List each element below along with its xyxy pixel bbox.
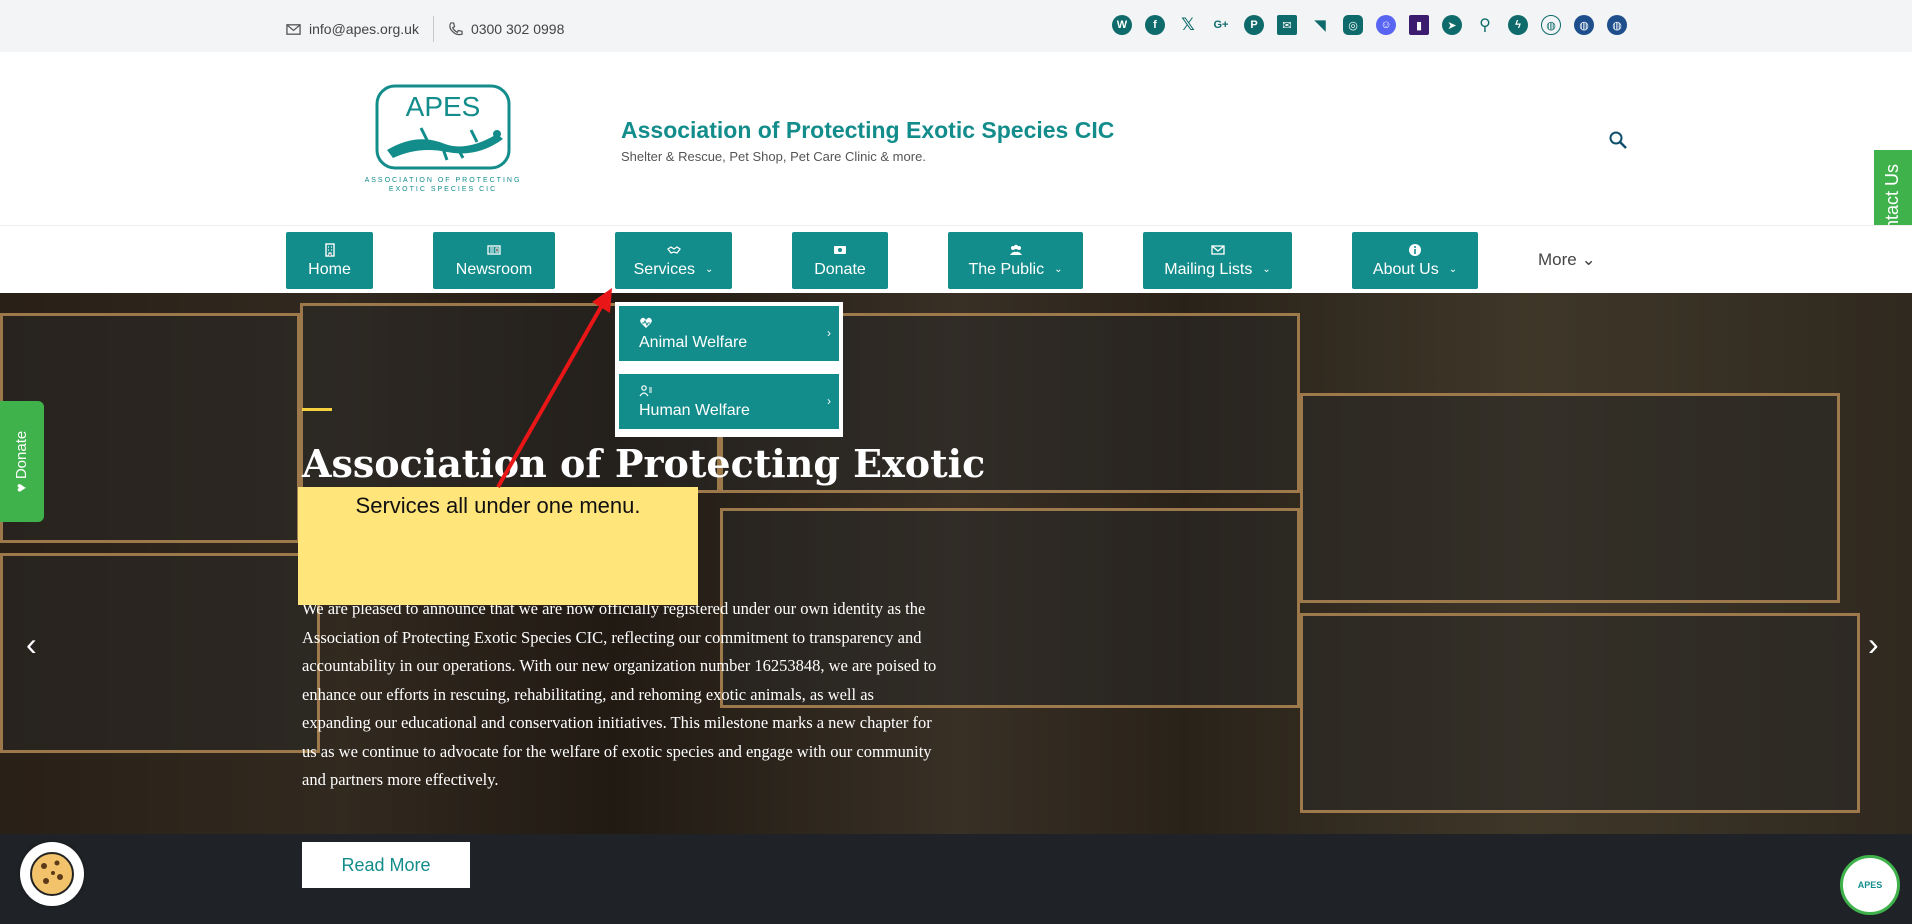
pinterest-icon[interactable]: P	[1244, 15, 1264, 35]
nav-more[interactable]: More ⌄	[1538, 250, 1596, 270]
site-title[interactable]: Association of Protecting Exotic Species…	[621, 117, 1114, 144]
main-nav: Home Newsroom Services ⌄ Donate The Publi…	[0, 225, 1912, 293]
mail-icon[interactable]: ✉	[1277, 15, 1297, 35]
background-tank	[1300, 393, 1840, 603]
slider-next-arrow-icon[interactable]: ›	[1868, 626, 1879, 663]
chevron-down-icon: ⌄	[1262, 264, 1271, 275]
phone-link[interactable]: 0300 302 0998	[448, 21, 564, 37]
discord-icon[interactable]: ☺	[1376, 15, 1396, 35]
search-icon[interactable]	[1608, 130, 1628, 150]
background-tank	[1300, 613, 1860, 813]
lizard-logo-icon: APES ASSOCIATION OF PROTECTING EXOTIC SP…	[365, 84, 522, 193]
globe-icon[interactable]: ◍	[1541, 15, 1561, 35]
svg-text:APES: APES	[406, 91, 481, 122]
donate-side-label: ♥ Donate	[13, 430, 31, 493]
person-icon	[639, 385, 652, 397]
facebook-icon[interactable]: f	[1145, 15, 1165, 35]
money-icon	[834, 245, 846, 254]
hero-body: We are pleased to announce that we are n…	[302, 599, 937, 789]
nav-label: Mailing Lists	[1164, 260, 1253, 278]
annotation-note: Services all under one menu.	[298, 487, 698, 605]
whatsapp-icon[interactable]: W	[1112, 15, 1132, 35]
globe-icon[interactable]: ◍	[1574, 15, 1594, 35]
background-tank	[0, 313, 300, 543]
hero-slider: Association of Protecting Exotic We are …	[0, 293, 1912, 924]
cookie-icon	[30, 852, 74, 896]
handshake-icon	[666, 245, 681, 254]
svg-text:EXOTIC SPECIES CIC: EXOTIC SPECIES CIC	[389, 186, 497, 193]
rss-icon[interactable]: ◥	[1310, 15, 1330, 35]
nav-label: Services	[633, 260, 695, 278]
slider-prev-arrow-icon[interactable]: ‹	[26, 626, 37, 663]
background-tank	[0, 553, 320, 753]
site-logo[interactable]: APES ASSOCIATION OF PROTECTING EXOTIC SP…	[347, 84, 547, 194]
nav-donate[interactable]: Donate	[792, 232, 888, 289]
nav-services[interactable]: Services ⌄	[615, 232, 732, 289]
site-header: APES ASSOCIATION OF PROTECTING EXOTIC SP…	[0, 52, 1912, 266]
globe-icon[interactable]: ◍	[1607, 15, 1627, 35]
site-tagline: Shelter & Rescue, Pet Shop, Pet Care Cli…	[621, 149, 926, 164]
divider	[432, 16, 434, 42]
nav-the-public[interactable]: The Public ⌄	[948, 232, 1083, 289]
messenger-icon[interactable]: ϟ	[1508, 15, 1528, 35]
cookie-settings-button[interactable]	[20, 842, 84, 906]
chevron-down-icon: ⌄	[1448, 264, 1458, 275]
nav-label: The Public	[968, 260, 1045, 278]
heart-pulse-icon	[640, 317, 652, 328]
instagram-icon[interactable]: ◎	[1343, 15, 1363, 35]
contact-info: info@apes.org.uk 0300 302 0998	[286, 16, 564, 42]
nav-label: Newsroom	[455, 260, 533, 278]
info-icon	[1409, 243, 1421, 256]
envelope-icon	[1210, 244, 1225, 255]
nav-about-us[interactable]: About Us ⌄	[1352, 232, 1478, 289]
dropdown-label: Human Welfare	[639, 402, 750, 419]
building-icon	[324, 242, 335, 257]
location-icon[interactable]: ⚲	[1475, 15, 1495, 35]
svg-text:ASSOCIATION OF PROTECTING: ASSOCIATION OF PROTECTING	[365, 177, 522, 184]
top-bar: info@apes.org.uk 0300 302 0998 W f 𝕏 G+ …	[0, 0, 1912, 52]
dropdown-item-human-welfare[interactable]: Human Welfare ›	[619, 374, 839, 429]
nav-home[interactable]: Home	[286, 232, 373, 289]
users-icon	[1009, 244, 1022, 255]
phone-icon	[449, 21, 463, 35]
phone-text: 0300 302 0998	[470, 21, 565, 37]
twitch-icon[interactable]: ▮	[1409, 15, 1429, 35]
services-dropdown: Animal Welfare › Human Welfare ›	[615, 302, 843, 437]
email-text: info@apes.org.uk	[309, 21, 419, 37]
donate-side-tab[interactable]: ♥ Donate	[0, 401, 44, 522]
apes-badge-button[interactable]: APES	[1840, 855, 1900, 915]
chevron-right-icon: ›	[827, 326, 831, 340]
mail-icon	[286, 23, 301, 35]
newspaper-icon	[487, 244, 501, 255]
chevron-down-icon: ⌄	[704, 264, 714, 275]
hero-title: Association of Protecting Exotic	[302, 441, 986, 486]
nav-mailing-lists[interactable]: Mailing Lists ⌄	[1143, 232, 1292, 289]
floor	[0, 834, 1912, 924]
badge-logo-text: APES	[1857, 880, 1883, 890]
donate-text: Donate	[13, 430, 31, 480]
nav-newsroom[interactable]: Newsroom	[433, 232, 555, 289]
nav-label: Donate	[814, 260, 866, 278]
social-links: W f 𝕏 G+ P ✉ ◥ ◎ ☺ ▮ ➤ ⚲ ϟ ◍ ◍ ◍	[1112, 15, 1627, 35]
x-icon[interactable]: 𝕏	[1178, 15, 1198, 35]
telegram-icon[interactable]: ➤	[1442, 15, 1462, 35]
nav-label: About Us	[1372, 260, 1439, 278]
dropdown-label: Animal Welfare	[639, 334, 748, 351]
email-link[interactable]: info@apes.org.uk	[286, 21, 419, 37]
dropdown-item-animal-welfare[interactable]: Animal Welfare ›	[619, 306, 839, 361]
nav-label: Home	[308, 260, 351, 278]
chevron-down-icon: ⌄	[1054, 264, 1063, 275]
accent-line	[302, 408, 332, 411]
read-more-button[interactable]: Read More	[302, 842, 470, 888]
chevron-right-icon: ›	[827, 394, 831, 408]
google-plus-icon[interactable]: G+	[1211, 15, 1231, 35]
